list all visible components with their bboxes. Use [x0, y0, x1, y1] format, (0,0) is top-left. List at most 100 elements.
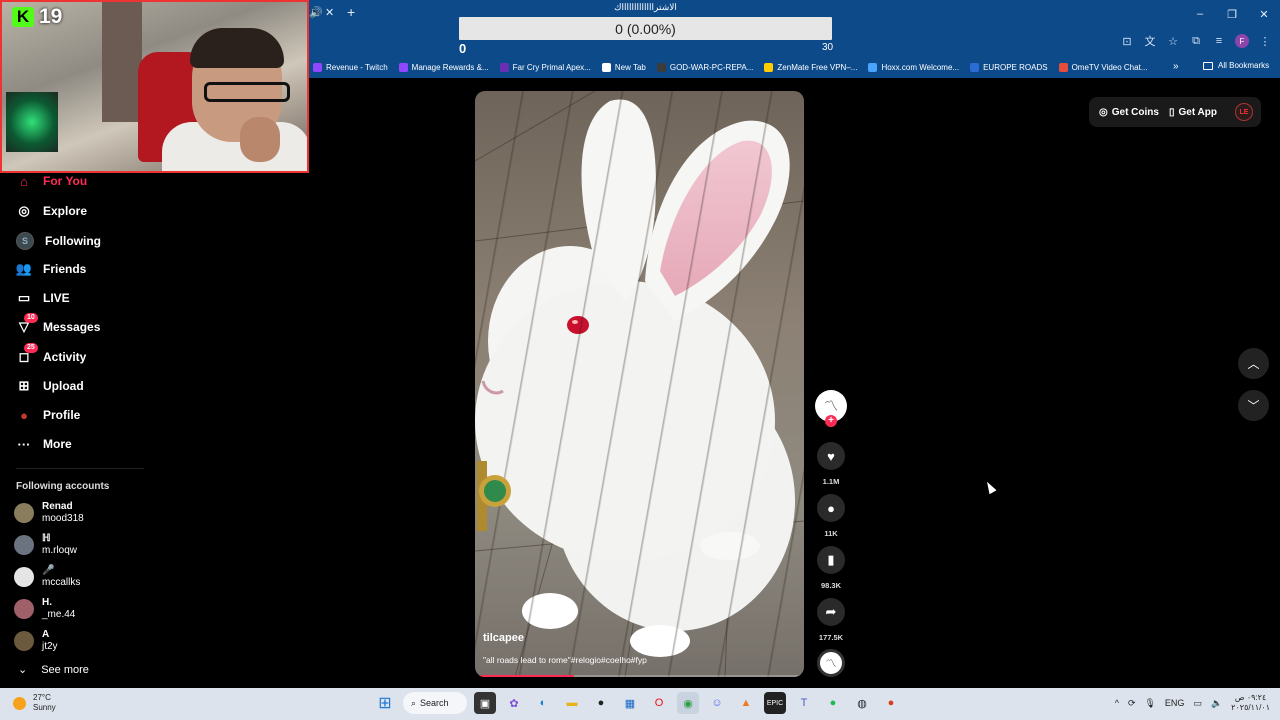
account-name: 🎤 — [42, 565, 55, 576]
following-account[interactable]: 🎤 mccallks — [14, 565, 80, 589]
store-icon[interactable]: ▦ — [619, 692, 641, 714]
sidebar-item-activity[interactable]: ◻ 25 Activity — [16, 343, 86, 365]
restore-button[interactable]: ❐ — [1216, 0, 1248, 28]
microphone-icon[interactable]: 🎙 — [1144, 698, 1155, 709]
video-player[interactable]: tilcapee "all roads lead to rome"#relogi… — [475, 91, 804, 677]
install-app-icon[interactable]: ⊡ — [1120, 34, 1134, 48]
get-app-button[interactable]: ▯ Get App — [1169, 107, 1217, 118]
account-username: jt2y — [42, 641, 58, 652]
comment-button[interactable]: ● — [817, 494, 845, 522]
bookmark-item[interactable]: Revenue - Twitch — [313, 62, 388, 72]
next-video-button[interactable]: ﹀ — [1238, 390, 1269, 421]
epic-games-icon[interactable]: EPIC — [764, 692, 786, 714]
volume-icon[interactable]: 🔈 — [1211, 698, 1222, 709]
sidebar-item-label: For You — [43, 174, 88, 188]
follow-button[interactable]: + — [825, 415, 837, 427]
goal-progress-bar: 0 (0.00%) — [459, 17, 832, 40]
following-account[interactable]: H. _me.44 — [14, 597, 75, 621]
following-avatar-icon: S — [16, 232, 34, 250]
ea-app-icon[interactable]: ● — [880, 692, 902, 714]
search-icon: ⌕ — [411, 697, 417, 708]
bookmark-item[interactable]: GOD-WAR-PC-REPA... — [656, 62, 753, 72]
sync-icon[interactable]: ⟳ — [1128, 698, 1136, 709]
streamer-webcam: K 19 — [0, 0, 309, 173]
spotify-icon[interactable]: ● — [822, 692, 844, 714]
bookmark-star-icon[interactable]: ☆ — [1166, 34, 1180, 48]
sidebar-item-for-you[interactable]: ⌂ For You — [16, 173, 87, 189]
all-bookmarks-button[interactable]: All Bookmarks — [1203, 61, 1269, 70]
get-coins-button[interactable]: ◎ Get Coins — [1099, 107, 1159, 118]
account-username: mccallks — [42, 577, 81, 588]
music-disc-icon[interactable]: 〽 — [817, 649, 845, 677]
app-a-icon[interactable]: ▲ — [735, 692, 757, 714]
sidebar-item-explore[interactable]: ◎ Explore — [16, 203, 87, 219]
bookmark-item[interactable]: Manage Rewards &... — [398, 62, 489, 72]
teams-icon[interactable]: T — [793, 692, 815, 714]
avatar — [14, 503, 34, 523]
github-icon[interactable]: ● — [590, 692, 612, 714]
save-button[interactable]: ▮ — [817, 546, 845, 574]
kebab-menu-icon[interactable]: ⋮ — [1258, 34, 1272, 48]
edge-icon[interactable]: ◐ — [532, 692, 554, 714]
minimize-button[interactable]: – — [1184, 0, 1216, 28]
bookmark-item[interactable]: EUROPE ROADS — [970, 62, 1048, 72]
sidebar-item-following[interactable]: S Following — [16, 232, 101, 250]
previous-video-button[interactable]: ︿ — [1238, 348, 1269, 379]
clock[interactable]: ٠٩:٢٤ ص ٢٠٢٥/١١/٠١ — [1231, 693, 1270, 713]
viewer-count: 19 — [39, 5, 63, 28]
goal-max: 30 — [822, 42, 834, 53]
task-view-icon[interactable]: ▣ — [474, 692, 496, 714]
video-author[interactable]: tilcapee — [483, 632, 524, 644]
tab-close-button[interactable]: ✕ — [325, 6, 334, 19]
file-explorer-icon[interactable]: ▬ — [561, 692, 583, 714]
taskbar-search[interactable]: ⌕ Search — [403, 692, 467, 714]
taskbar-apps: ⊞ ⌕ Search ▣ ✿ ◐ ▬ ● ▦ O ◉ ☺ ▲ EPIC T ● … — [374, 692, 902, 714]
bookmark-item[interactable]: ZenMate Free VPN–... — [764, 62, 857, 72]
new-tab-button[interactable]: + — [347, 4, 355, 20]
profile-avatar[interactable]: F — [1235, 34, 1249, 48]
sidebar-item-live[interactable]: ▭ LIVE — [16, 290, 70, 306]
opera-icon[interactable]: O — [648, 692, 670, 714]
video-progress-bar[interactable] — [475, 675, 804, 677]
weather-widget[interactable]: 27°C Sunny — [13, 693, 56, 713]
share-button[interactable]: ➦ — [817, 598, 845, 626]
media-control-icon[interactable]: ≡ — [1212, 34, 1226, 48]
sidebar-divider — [16, 468, 144, 469]
windows-start-icon[interactable]: ⊞ — [374, 692, 396, 714]
see-more-button[interactable]: ⌄ See more — [18, 663, 89, 677]
close-window-button[interactable]: ✕ — [1248, 0, 1280, 28]
bookmarks-overflow-button[interactable]: » — [1173, 61, 1179, 72]
avatar — [14, 535, 34, 555]
bookmark-favicon-icon — [868, 62, 878, 72]
following-account[interactable]: Renad mood318 — [14, 501, 84, 525]
activity-icon: ◻ 25 — [16, 343, 38, 365]
sidebar-item-more[interactable]: ··· More — [16, 436, 72, 452]
language-indicator[interactable]: ENG — [1165, 698, 1185, 708]
translate-icon[interactable]: 文 — [1143, 34, 1157, 48]
friends-icon: 👥 — [15, 261, 33, 276]
network-icon[interactable]: ▭ — [1193, 698, 1202, 709]
bookmark-item[interactable]: OmeTV Video Chat... — [1058, 62, 1147, 72]
video-progress-fill — [475, 675, 574, 677]
user-avatar[interactable]: LE — [1235, 103, 1253, 121]
bookmark-item[interactable]: New Tab — [601, 62, 646, 72]
discord-icon[interactable]: ☺ — [706, 692, 728, 714]
bookmark-item[interactable]: Far Cry Primal Apex... — [499, 62, 591, 72]
copilot-icon[interactable]: ✿ — [503, 692, 525, 714]
sidebar-item-label: Friends — [43, 262, 87, 276]
sidebar-item-messages[interactable]: ▽ 10 Messages — [16, 313, 100, 335]
goal-progress-text: 0 (0.00%) — [615, 20, 676, 37]
following-account[interactable]: Ajt2y — [14, 629, 58, 653]
bookmark-item[interactable]: Hoxx.com Welcome... — [868, 62, 959, 72]
sidebar-item-profile[interactable]: ● Profile — [16, 407, 80, 423]
following-account[interactable]: ℍm.rloqw — [14, 533, 77, 557]
chrome-icon[interactable]: ◉ — [677, 692, 699, 714]
steam-icon[interactable]: ◍ — [851, 692, 873, 714]
extensions-icon[interactable]: ⧉ — [1189, 34, 1203, 48]
sidebar-item-friends[interactable]: 👥 Friends — [16, 261, 86, 277]
like-button[interactable]: ♥ — [817, 442, 845, 470]
folder-icon — [1203, 61, 1213, 70]
sidebar-item-upload[interactable]: ⊞ Upload — [16, 378, 84, 394]
chevron-up-icon[interactable]: ^ — [1115, 698, 1119, 708]
speaker-icon[interactable]: 🔊 — [309, 6, 323, 19]
